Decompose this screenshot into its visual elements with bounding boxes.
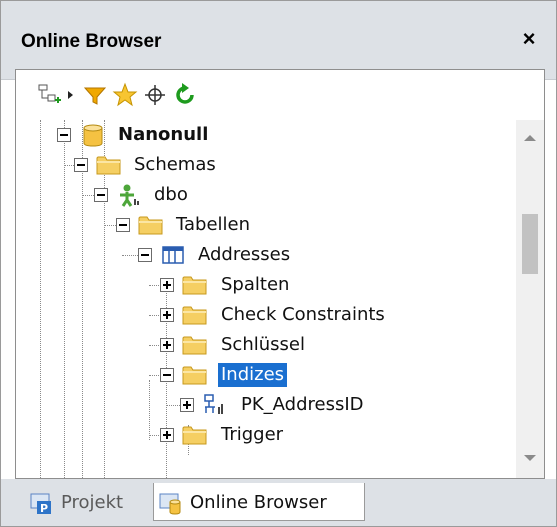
refresh-icon[interactable] [172, 82, 198, 108]
expand-toggle[interactable] [160, 278, 174, 292]
tree-node-schemas[interactable]: Schemas [16, 150, 516, 180]
tree-node-label: Trigger [221, 424, 284, 445]
tree-node-nanonull[interactable]: Nanonull [16, 120, 516, 150]
online-browser-icon [158, 491, 184, 515]
collapse-toggle[interactable] [116, 218, 130, 232]
collapse-toggle[interactable] [160, 368, 174, 382]
tree-node-label: PK_AddressID [241, 394, 364, 415]
index-icon [202, 393, 228, 417]
tree-node-tabellen[interactable]: Tabellen [16, 210, 516, 240]
folder-icon [182, 333, 208, 357]
table-icon [160, 243, 186, 267]
panel-title: Online Browser [21, 31, 162, 52]
tab-online-browser[interactable]: Online Browser [153, 483, 365, 521]
folder-icon [182, 363, 208, 387]
folder-icon [182, 273, 208, 297]
locate-crosshair-icon[interactable] [142, 82, 168, 108]
close-button[interactable]: × [518, 27, 540, 51]
scrollbar-thumb[interactable] [522, 214, 538, 274]
tree-node-label: dbo [154, 184, 188, 205]
database-icon [80, 123, 106, 147]
tree-node-label: Spalten [221, 274, 290, 295]
collapse-toggle[interactable] [94, 188, 108, 202]
tree-node-addresses[interactable]: Addresses [16, 240, 516, 270]
scroll-up-arrow-icon[interactable] [516, 124, 544, 152]
tree-node-label: Tabellen [176, 214, 251, 235]
tree-node-label: Schlüssel [221, 334, 305, 355]
tree-node-dbo[interactable]: dbo [16, 180, 516, 210]
expand-toggle[interactable] [160, 428, 174, 442]
expand-toggle[interactable] [160, 308, 174, 322]
object-tree: Nanonull Schemas dbo Tabellen Addresses … [16, 120, 516, 478]
tree-node-check-constraints[interactable]: Check Constraints [16, 300, 516, 330]
tree-node-label: Schemas [134, 154, 216, 175]
browser-content: Nanonull Schemas dbo Tabellen Addresses … [15, 69, 545, 479]
tree-node-spalten[interactable]: Spalten [16, 270, 516, 300]
scroll-down-arrow-icon[interactable] [516, 444, 544, 472]
schema-user-icon [116, 183, 142, 207]
tree-node-label: Nanonull [118, 124, 209, 145]
vertical-scrollbar[interactable] [516, 120, 544, 478]
svg-text:P: P [40, 502, 48, 515]
folder-icon [182, 423, 208, 447]
tab-label: Online Browser [190, 492, 327, 513]
tree-node-indizes[interactable]: Indizes [16, 360, 516, 390]
online-browser-panel: Online Browser × Nanonull Schemas dbo Ta… [0, 0, 557, 527]
folder-icon [138, 213, 164, 237]
collapse-toggle[interactable] [138, 248, 152, 262]
favorite-star-icon[interactable] [112, 82, 138, 108]
tree-node-trigger[interactable]: Trigger [16, 420, 516, 450]
collapse-toggle[interactable] [74, 158, 88, 172]
filter-icon[interactable] [82, 82, 108, 108]
tree-node-label: Indizes [218, 363, 288, 387]
tree-node-label: Check Constraints [221, 304, 385, 325]
tree-node-schluessel[interactable]: Schlüssel [16, 330, 516, 360]
tab-label: Projekt [61, 492, 124, 513]
add-datasource-icon[interactable] [36, 82, 62, 108]
tree-node-label: Addresses [198, 244, 291, 265]
expand-toggle[interactable] [180, 398, 194, 412]
tree-node-pk-addressid[interactable]: PK_AddressID [16, 390, 516, 420]
folder-icon [182, 303, 208, 327]
tab-projekt[interactable]: P Projekt [25, 483, 151, 521]
expand-toggle[interactable] [160, 338, 174, 352]
folder-icon [96, 153, 122, 177]
project-icon: P [29, 491, 55, 515]
bottom-tab-bar: P Projekt Online Browser [1, 479, 556, 526]
collapse-toggle[interactable] [57, 128, 71, 142]
toolbar [16, 70, 544, 120]
dropdown-arrow-icon[interactable] [64, 82, 78, 108]
